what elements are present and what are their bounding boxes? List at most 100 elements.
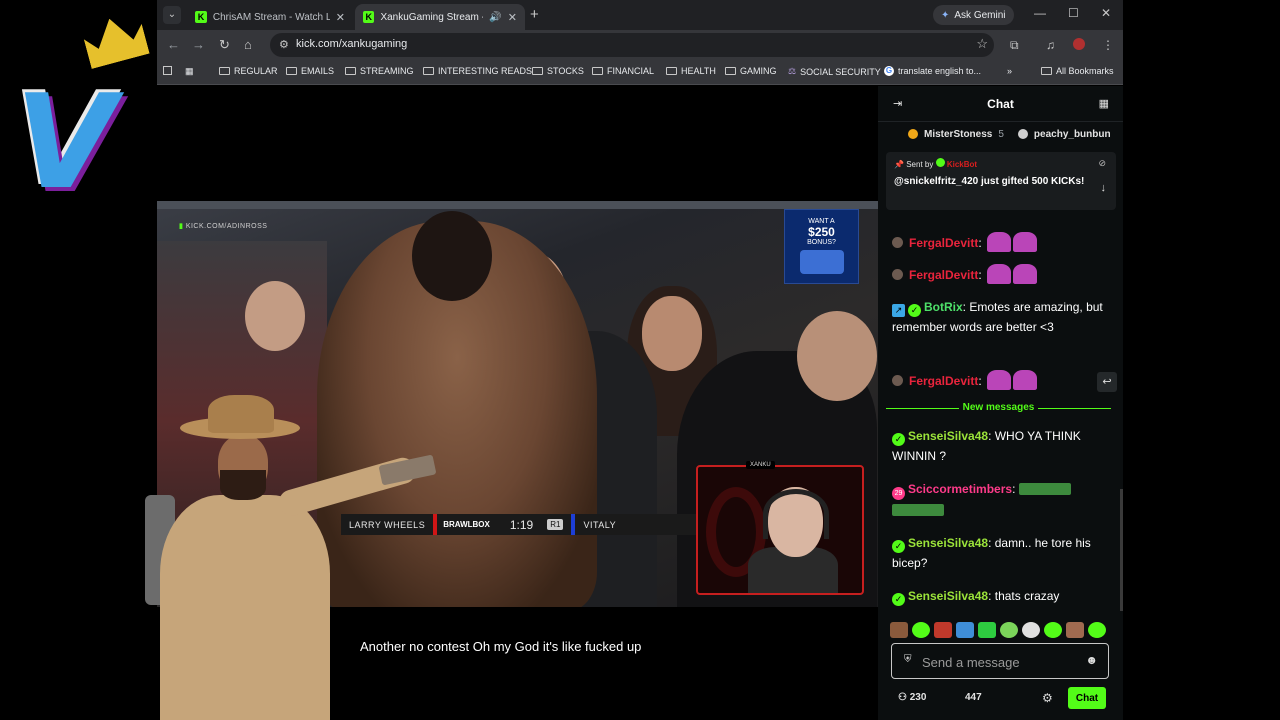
new-tab-icon[interactable]: + xyxy=(530,7,539,22)
send-chat-button[interactable]: Chat xyxy=(1068,687,1106,709)
gifter-name[interactable]: MisterStoness xyxy=(924,129,992,140)
apps-icon[interactable] xyxy=(163,66,172,75)
sub-badge-icon: 29 xyxy=(892,487,905,500)
quick-emote[interactable] xyxy=(934,622,952,638)
chat-message: ✓ SenseiSilva48: damn.. he tore his bicep… xyxy=(892,536,1091,570)
new-messages-divider: New messages xyxy=(886,402,1111,416)
bookmark-social-security[interactable]: ⚖ SOCIAL SECURITY xyxy=(788,66,881,77)
quick-emote[interactable] xyxy=(1022,622,1040,638)
folder-icon xyxy=(345,67,356,75)
chat-options-icon[interactable]: ▦ xyxy=(1099,97,1109,110)
reload-icon[interactable]: ↻ xyxy=(219,38,230,52)
tab-chrisam[interactable]: K ChrisAM Stream - Watch Live o ✕ xyxy=(187,4,353,30)
bookmark-translate[interactable]: Gtranslate english to... xyxy=(884,66,981,76)
bookmark-regular[interactable]: REGULAR xyxy=(219,66,278,76)
user-avatar xyxy=(892,269,903,280)
chat-username[interactable]: SenseiSilva48 xyxy=(908,429,988,443)
quick-emote[interactable] xyxy=(1066,622,1084,638)
bookmarks-bar: ▦ REGULAR EMAILS STREAMING INTERESTING R… xyxy=(157,61,1123,85)
bookmarks-overflow-icon[interactable]: » xyxy=(1007,66,1012,76)
emoji-picker-icon[interactable]: ☻ xyxy=(1085,653,1098,667)
settings-gear-icon[interactable]: ⚙ xyxy=(1042,691,1053,705)
folder-icon xyxy=(725,67,736,75)
tab-xankugaming[interactable]: K XankuGaming Stream - Wa 🔊 ✕ xyxy=(355,4,525,30)
bookmark-star-icon[interactable]: ☆ xyxy=(976,36,988,52)
chat-username[interactable]: SenseiSilva48 xyxy=(908,536,988,550)
hide-pinned-icon[interactable]: ⊘ xyxy=(1098,158,1106,169)
media-control-icon[interactable]: ♫ xyxy=(1046,38,1055,52)
chat-message: 29 Sciccormetimbers: xyxy=(892,479,1112,520)
url-text[interactable]: kick.com/xankugaming xyxy=(296,38,407,50)
cowboy-character-overlay xyxy=(130,395,437,720)
vb-logo-letters: V xyxy=(15,66,116,218)
quick-emote[interactable] xyxy=(1088,622,1106,638)
reply-icon[interactable]: ↩ xyxy=(1097,372,1117,392)
folder-icon xyxy=(219,67,230,75)
round-indicator: R1 xyxy=(547,519,564,530)
chat-message: FergalDevitt: xyxy=(892,370,1112,391)
emote xyxy=(1013,370,1038,390)
chat-panel: ⇥ Chat ▦ MisterStoness 5 peachy_bunbun 📌… xyxy=(878,86,1123,720)
emote xyxy=(987,370,1012,390)
chat-scrollbar[interactable] xyxy=(1120,489,1123,611)
back-icon[interactable]: ← xyxy=(167,38,180,52)
folder-icon xyxy=(532,67,543,75)
chat-footer: ⚇ 230 447 ⚙ Chat xyxy=(878,686,1123,712)
address-bar[interactable]: ⚙ kick.com/xankugaming ☆ xyxy=(270,33,994,57)
official-woman xyxy=(642,296,702,371)
menu-kebab-icon[interactable]: ⋮ xyxy=(1102,38,1114,52)
site-info-icon[interactable]: ⚙ xyxy=(279,38,289,51)
gifter-name[interactable]: peachy_bunbun xyxy=(1034,129,1111,140)
viewers-icon: ⚇ xyxy=(898,692,907,703)
chat-text: thats crazay xyxy=(994,589,1060,603)
top-gifters: MisterStoness 5 peachy_bunbun xyxy=(878,123,1123,145)
bookmark-health[interactable]: HEALTH xyxy=(666,66,716,76)
quick-emote[interactable] xyxy=(1044,622,1062,638)
close-window-icon[interactable]: ✕ xyxy=(1101,6,1111,20)
quick-emote[interactable] xyxy=(890,622,908,638)
bookmark-stocks[interactable]: STOCKS xyxy=(532,66,584,76)
quick-emote[interactable] xyxy=(978,622,996,638)
emote xyxy=(1013,232,1038,252)
chat-username[interactable]: BotRix xyxy=(924,300,963,314)
fight-clock: 1:19 xyxy=(509,517,534,532)
profile-avatar[interactable] xyxy=(1073,38,1085,50)
quick-emote[interactable] xyxy=(956,622,974,638)
minimize-icon[interactable]: — xyxy=(1034,6,1046,20)
forward-icon[interactable]: → xyxy=(192,38,205,52)
maximize-icon[interactable]: ☐ xyxy=(1068,6,1079,20)
bookmark-financial[interactable]: FINANCIAL xyxy=(592,66,654,76)
shield-icon: ⛨ xyxy=(904,654,912,665)
quick-emote[interactable] xyxy=(1000,622,1018,638)
chat-username[interactable]: FergalDevitt xyxy=(909,374,978,388)
chat-title: Chat xyxy=(987,97,1014,111)
emote xyxy=(987,264,1012,284)
all-bookmarks[interactable]: All Bookmarks xyxy=(1041,66,1114,76)
tab-search-icon[interactable]: ⌄ xyxy=(163,6,181,24)
bookmark-streaming[interactable]: STREAMING xyxy=(345,66,414,76)
home-icon[interactable]: ⌂ xyxy=(244,38,252,52)
bookmark-interesting-reads[interactable]: INTERESTING READS xyxy=(423,66,532,76)
emote xyxy=(1018,483,1071,495)
extensions-icon[interactable]: ⧉ xyxy=(1010,38,1019,53)
speaker-icon[interactable]: 🔊 xyxy=(489,12,501,23)
close-tab-icon[interactable]: ✕ xyxy=(508,11,517,24)
chat-username[interactable]: FergalDevitt xyxy=(909,268,978,282)
cornerman xyxy=(797,311,877,401)
expand-pinned-icon[interactable]: ↓ xyxy=(1101,182,1107,194)
chat-username[interactable]: Sciccormetimbers xyxy=(908,482,1012,496)
close-tab-icon[interactable]: ✕ xyxy=(336,11,345,24)
chat-username[interactable]: FergalDevitt xyxy=(909,236,978,250)
gifter-rank-icon xyxy=(1017,129,1028,139)
chat-username[interactable]: SenseiSilva48 xyxy=(908,589,988,603)
bookmark-emails[interactable]: EMAILS xyxy=(286,66,334,76)
chat-message-input[interactable] xyxy=(922,653,1082,671)
quick-emote[interactable] xyxy=(912,622,930,638)
ask-gemini-button[interactable]: ✦ Ask Gemini xyxy=(933,5,1014,25)
gifter-rank-icon xyxy=(908,129,918,139)
apps-grid-icon[interactable]: ▦ xyxy=(185,66,194,77)
pinned-message: 📌 Sent by KickBot @snickelfritz_420 just… xyxy=(886,152,1116,210)
bot-badge-icon: ↗ xyxy=(892,304,905,317)
bookmark-gaming[interactable]: GAMING xyxy=(725,66,777,76)
emote xyxy=(987,232,1012,252)
